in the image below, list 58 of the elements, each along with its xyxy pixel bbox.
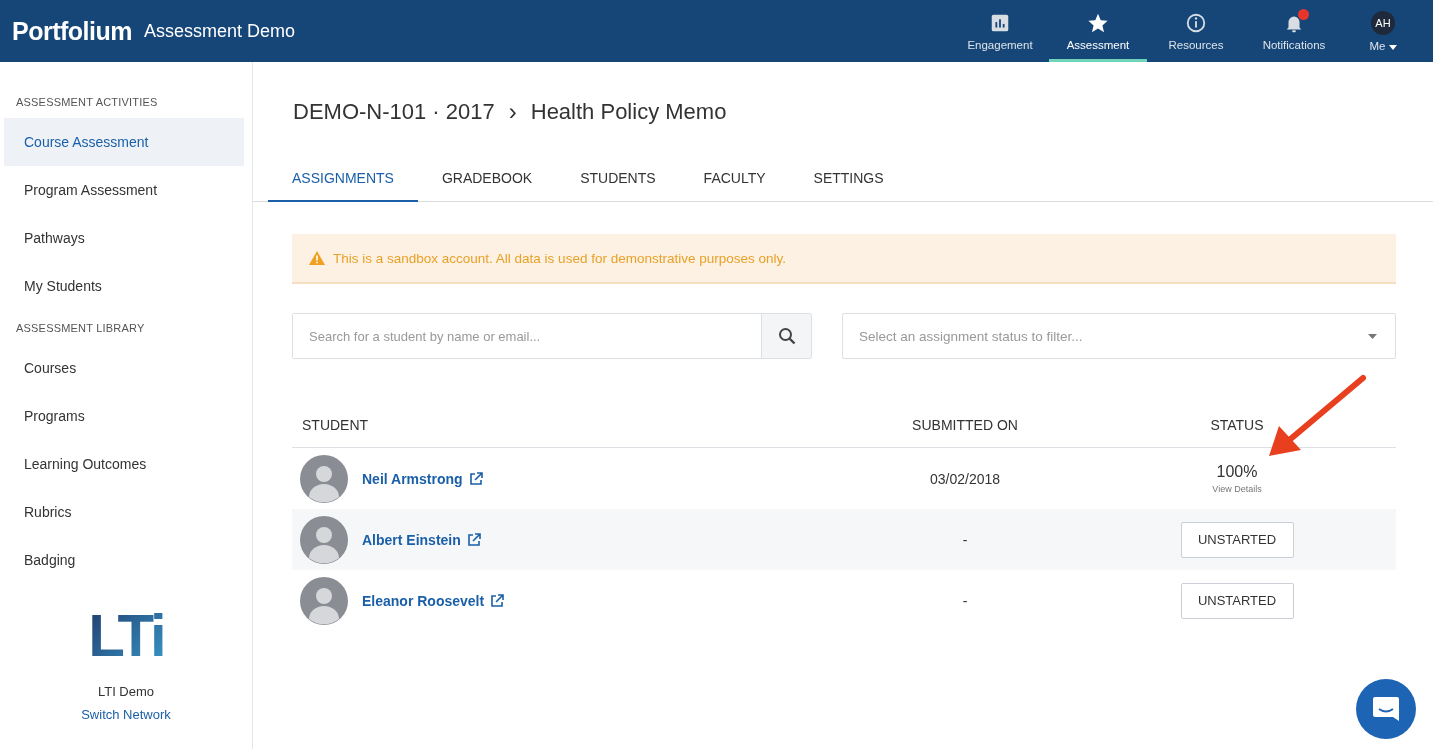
switch-network-link[interactable]: Switch Network xyxy=(81,707,171,722)
column-header: STUDENT xyxy=(301,417,370,433)
search-icon xyxy=(777,327,796,345)
tab[interactable]: FACULTY xyxy=(679,170,790,202)
chat-icon xyxy=(1371,695,1401,723)
avatar xyxy=(300,576,348,625)
avatar xyxy=(300,454,348,503)
student-link[interactable]: Albert Einstein xyxy=(362,531,461,548)
student-link[interactable]: Neil Armstrong xyxy=(362,470,463,487)
sidebar-item[interactable]: Badging xyxy=(4,536,244,584)
submitted-date: 03/02/2018 xyxy=(929,470,1001,487)
sidebar-item[interactable]: Program Assessment xyxy=(4,166,244,214)
status-button[interactable]: UNSTARTED xyxy=(1180,582,1294,619)
view-details-link[interactable]: View Details xyxy=(1212,484,1262,494)
app-title: Assessment Demo xyxy=(144,20,296,42)
user-menu[interactable]: AH Me xyxy=(1343,0,1423,62)
column-header: SUBMITTED ON xyxy=(911,417,1019,433)
sidebar-item[interactable]: Course Assessment xyxy=(4,118,244,166)
warning-icon xyxy=(309,251,325,265)
nav-tab[interactable]: Notifications xyxy=(1245,0,1343,62)
student-link[interactable]: Eleanor Roosevelt xyxy=(362,592,485,609)
network-name: LTI Demo xyxy=(97,684,155,699)
tab[interactable]: GRADEBOOK xyxy=(417,170,557,202)
section-heading: ASSESSMENT ACTIVITIES xyxy=(15,95,159,110)
status-score: 100% xyxy=(1216,463,1258,481)
sidebar-item[interactable]: Pathways xyxy=(4,214,244,262)
page-title: Health Policy Memo xyxy=(530,99,727,125)
nav-tab[interactable]: Engagement xyxy=(951,0,1049,62)
breadcrumb-link[interactable]: DEMO-N-101 · 2017 xyxy=(293,99,495,125)
sidebar-item[interactable]: Programs xyxy=(4,392,244,440)
submitted-date: - xyxy=(962,592,968,609)
sidebar-item[interactable]: Learning Outcomes xyxy=(4,440,244,488)
sidebar-item[interactable]: My Students xyxy=(4,262,244,310)
user-avatar: AH xyxy=(1371,10,1395,35)
info-icon xyxy=(1185,11,1207,34)
submitted-date: - xyxy=(962,531,968,548)
caret-icon xyxy=(1368,333,1377,339)
search-button[interactable] xyxy=(761,314,811,358)
brand-logo[interactable]: Portfolium xyxy=(12,16,132,46)
breadcrumb-separator: › xyxy=(508,98,517,126)
external-link-icon[interactable] xyxy=(466,532,481,547)
status-button[interactable]: UNSTARTED xyxy=(1180,521,1294,558)
section-heading: ASSESSMENT LIBRARY xyxy=(15,321,146,336)
tab[interactable]: SETTINGS xyxy=(789,170,908,202)
nav-tab[interactable]: Assessment xyxy=(1049,0,1147,62)
nav-tab[interactable]: Resources xyxy=(1147,0,1245,62)
chat-button[interactable] xyxy=(1356,679,1416,739)
avatar xyxy=(300,515,348,564)
tab[interactable]: STUDENTS xyxy=(556,170,680,202)
search-field[interactable]: Search for a student by name or email... xyxy=(292,313,812,359)
sidebar-item[interactable]: Courses xyxy=(4,344,244,392)
caret-icon xyxy=(1388,44,1397,50)
sidebar-item[interactable]: Rubrics xyxy=(4,488,244,536)
alert-text: This is a sandbox account. All data is used for demonstrative purposes only. xyxy=(333,250,786,266)
column-header: STATUS xyxy=(1209,417,1265,433)
external-link-icon[interactable] xyxy=(468,471,483,486)
tab[interactable]: ASSIGNMENTS xyxy=(268,170,418,202)
external-link-icon[interactable] xyxy=(490,593,505,608)
